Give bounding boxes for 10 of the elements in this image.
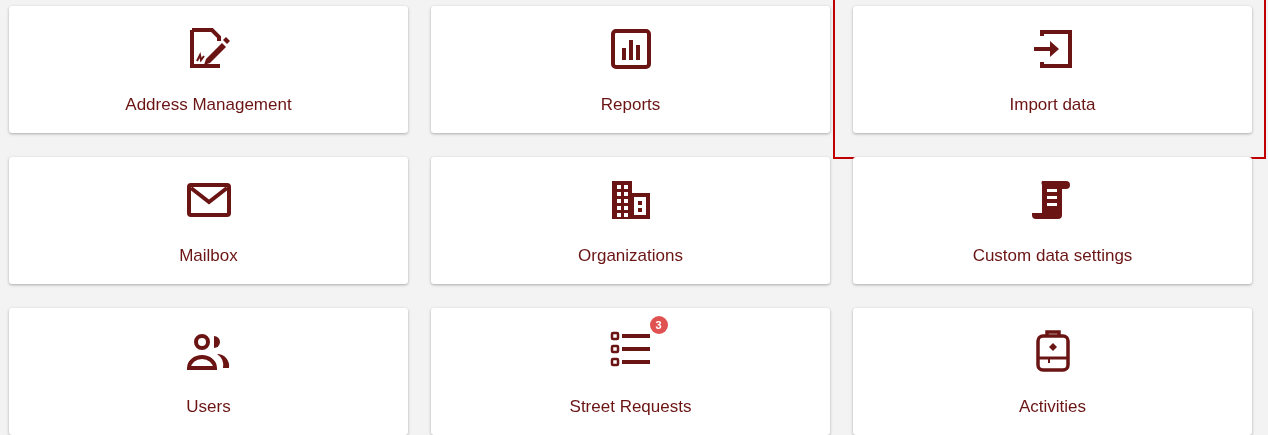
tile-card[interactable]: Address Management	[9, 6, 408, 133]
tile-card[interactable]: Mailbox	[9, 157, 408, 284]
tile-card[interactable]: Users	[9, 308, 408, 435]
count-badge: 3	[649, 316, 668, 334]
tile-card[interactable]: 3 Street Requests	[431, 308, 830, 435]
tile-card[interactable]: Organizations	[431, 157, 830, 284]
tile-card[interactable]: Activities	[853, 308, 1252, 435]
tile-card[interactable]: Custom data settings	[853, 157, 1252, 284]
tile-card[interactable]: Reports	[431, 6, 830, 133]
tile-card[interactable]: Import data	[853, 6, 1252, 133]
